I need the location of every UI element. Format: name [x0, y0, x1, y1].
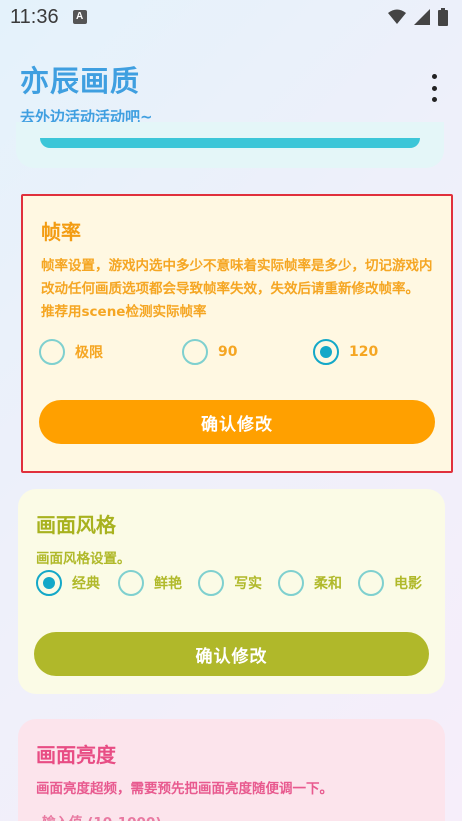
- framerate-title: 帧率: [41, 220, 81, 244]
- radio-unchecked-icon: [198, 570, 224, 596]
- previous-card-button[interactable]: [40, 138, 420, 148]
- brightness-title: 画面亮度: [36, 743, 116, 767]
- more-options-button[interactable]: [428, 74, 440, 102]
- style-description: 画面风格设置。: [36, 551, 131, 567]
- framerate-option-extreme[interactable]: 极限: [39, 339, 103, 365]
- style-option-soft[interactable]: 柔和: [278, 570, 342, 596]
- wifi-icon: [388, 9, 406, 24]
- more-dot-icon: [431, 74, 437, 79]
- radio-checked-icon: [313, 339, 339, 365]
- radio-unchecked-icon: [39, 339, 65, 365]
- style-title: 画面风格: [36, 513, 116, 537]
- style-card: 画面风格 画面风格设置。 经典 鲜艳 写实 柔和 电影 确认修改: [18, 489, 445, 694]
- style-confirm-button[interactable]: 确认修改: [34, 632, 429, 676]
- more-dot-icon: [431, 85, 437, 91]
- radio-checked-icon: [36, 570, 62, 596]
- radio-unchecked-icon: [118, 570, 144, 596]
- brightness-input[interactable]: 输入值 (10-1000): [42, 811, 162, 821]
- brightness-card: 画面亮度 画面亮度超频，需要预先把画面亮度随便调一下。 输入值 (10-1000…: [18, 719, 445, 821]
- framerate-option-90[interactable]: 90: [182, 339, 237, 365]
- framerate-confirm-button[interactable]: 确认修改: [39, 400, 435, 444]
- more-dot-icon: [431, 97, 437, 102]
- style-option-realistic[interactable]: 写实: [198, 570, 262, 596]
- radio-unchecked-icon: [182, 339, 208, 365]
- radio-unchecked-icon: [278, 570, 304, 596]
- framerate-card: 帧率 帧率设置，游戏内选中多少不意味着实际帧率是多少，切记游戏内改动任何画质选项…: [21, 194, 453, 473]
- clock: 11:36: [10, 5, 59, 28]
- style-option-classic[interactable]: 经典: [36, 570, 100, 596]
- app-title: 亦辰画质: [20, 64, 141, 98]
- brightness-description: 画面亮度超频，需要预先把画面亮度随便调一下。: [36, 781, 333, 797]
- framerate-option-120[interactable]: 120: [313, 339, 378, 365]
- battery-icon: [438, 8, 448, 26]
- status-bar: 11:36 A: [0, 0, 462, 34]
- framerate-recommendation: 推荐用scene检测实际帧率: [41, 304, 207, 320]
- style-option-cinema[interactable]: 电影: [358, 570, 422, 596]
- style-option-vivid[interactable]: 鲜艳: [118, 570, 182, 596]
- framerate-description: 帧率设置，游戏内选中多少不意味着实际帧率是多少，切记游戏内改动任何画质选项都会导…: [41, 258, 433, 297]
- radio-unchecked-icon: [358, 570, 384, 596]
- notification-icon: A: [72, 10, 87, 24]
- signal-icon: [414, 9, 430, 25]
- previous-card: [16, 122, 444, 168]
